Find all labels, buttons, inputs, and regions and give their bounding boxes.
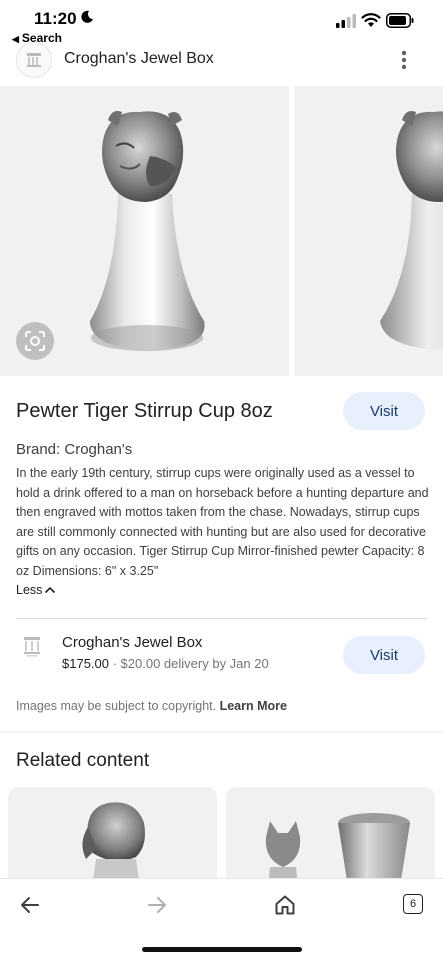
seller-price-line: $175.00 · $20.00 delivery by Jan 20 <box>62 656 269 671</box>
lens-search-button[interactable] <box>16 322 54 360</box>
tab-switcher-button[interactable]: 6 <box>403 894 423 914</box>
product-image-next[interactable] <box>294 86 443 376</box>
related-item[interactable] <box>8 787 217 887</box>
divider <box>16 618 427 619</box>
related-content-title: Related content <box>16 750 150 771</box>
product-description: In the early 19th century, stirrup cups … <box>16 466 429 578</box>
copyright-text: Images may be subject to copyright. <box>16 699 220 713</box>
product-title: Pewter Tiger Stirrup Cup 8oz <box>16 400 273 422</box>
wifi-icon <box>361 13 381 27</box>
less-toggle[interactable]: Less <box>16 583 56 597</box>
product-image[interactable] <box>0 86 289 376</box>
moon-icon <box>81 10 93 23</box>
jewel-box-logo-icon <box>27 53 41 67</box>
seller-name[interactable]: Croghan's Jewel Box <box>62 634 202 651</box>
related-item[interactable] <box>226 787 435 887</box>
related-fox-cup-image <box>265 813 410 887</box>
home-icon[interactable] <box>273 893 297 917</box>
seller-delivery: · $20.00 delivery by Jan 20 <box>109 656 269 671</box>
site-name[interactable]: Croghan's Jewel Box <box>64 50 214 68</box>
tiger-stirrup-cup-image-2 <box>380 111 443 350</box>
chevron-up-icon <box>45 586 56 594</box>
site-header: Croghan's Jewel Box <box>0 40 443 86</box>
section-separator <box>0 731 443 733</box>
forward-arrow-icon[interactable] <box>145 893 169 917</box>
home-indicator <box>142 947 302 952</box>
product-brand: Brand: Croghan's <box>16 441 133 458</box>
browser-bottom-bar: 6 <box>0 878 443 960</box>
seller-visit-button[interactable]: Visit <box>343 636 425 674</box>
product-image-carousel[interactable] <box>0 86 443 376</box>
more-vert-icon[interactable] <box>396 48 412 72</box>
back-arrow-icon[interactable] <box>18 893 42 917</box>
learn-more-link[interactable]: Learn More <box>220 699 287 713</box>
less-label: Less <box>16 583 43 597</box>
battery-icon <box>386 13 414 28</box>
seller-logo-icon <box>24 637 40 657</box>
related-dog-cup-image <box>82 802 145 887</box>
copyright-notice: Images may be subject to copyright. Lear… <box>16 699 287 713</box>
status-time: 11:20 <box>34 9 77 28</box>
seller-price: $175.00 <box>62 656 109 671</box>
lens-icon <box>25 331 45 351</box>
site-logo[interactable] <box>16 42 52 78</box>
cellular-signal-icon <box>336 14 356 28</box>
visit-button[interactable]: Visit <box>343 392 425 430</box>
